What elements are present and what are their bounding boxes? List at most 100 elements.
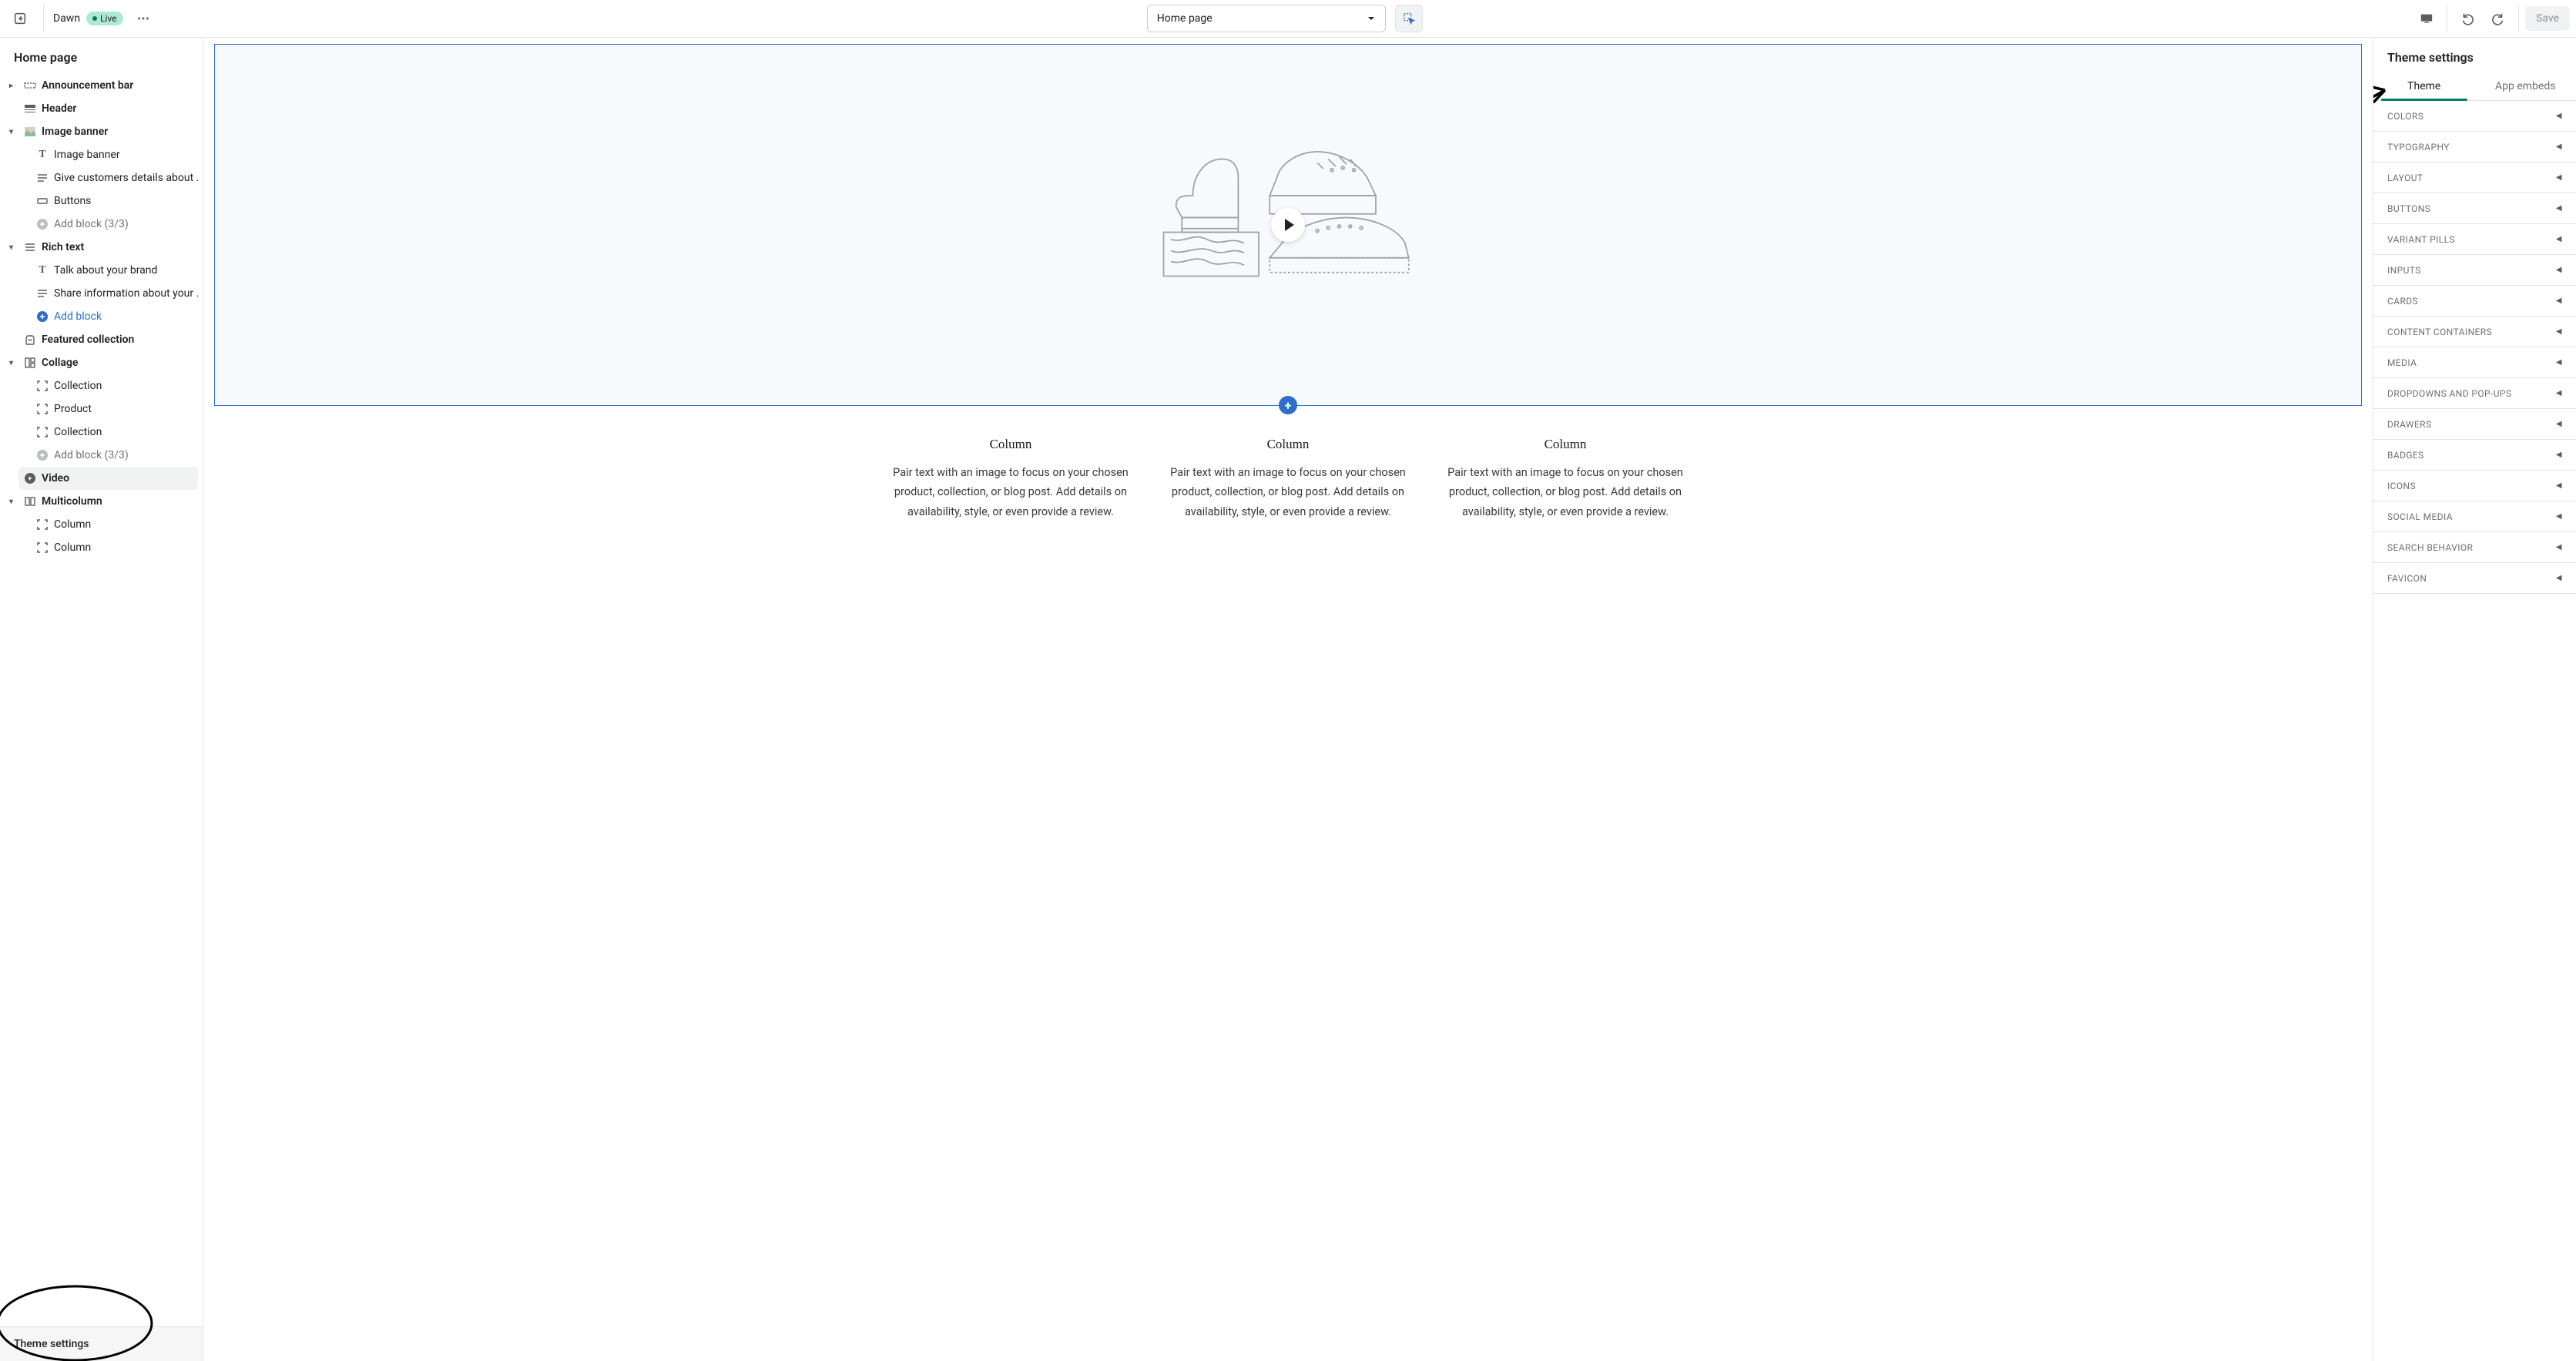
label: DROPDOWNS AND POP-UPS (2387, 388, 2511, 399)
chevron-left-icon: ◀ (2556, 112, 2562, 120)
chevron-left-icon: ◀ (2556, 266, 2562, 274)
setting-search-behavior[interactable]: SEARCH BEHAVIOR◀ (2373, 532, 2576, 563)
frame-icon (35, 425, 49, 439)
label: Talk about your brand (54, 264, 157, 277)
section-video[interactable]: Video (18, 467, 198, 490)
chevron-left-icon: ◀ (2556, 358, 2562, 367)
tab-app-embeds[interactable]: App embeds (2475, 72, 2576, 100)
block-collection-2[interactable]: Collection (31, 421, 198, 444)
block-column-1[interactable]: Column (31, 513, 198, 536)
more-button[interactable] (129, 5, 157, 32)
setting-colors[interactable]: COLORS ◀ (2373, 101, 2576, 132)
paragraph-icon (35, 287, 49, 300)
right-panel-tabs: Theme App embeds (2373, 72, 2576, 101)
label: Header (42, 102, 76, 115)
block-talk-about[interactable]: T Talk about your brand (31, 259, 198, 282)
theme-settings-footer[interactable]: Theme settings (0, 1327, 203, 1361)
chevron-left-icon: ◀ (2556, 142, 2562, 151)
setting-favicon[interactable]: FAVICON◀ (2373, 563, 2576, 594)
chevron-left-icon: ◀ (2556, 512, 2562, 521)
label: BUTTONS (2387, 203, 2430, 214)
add-block-link[interactable]: Add block (31, 305, 198, 328)
block-give-customers[interactable]: Give customers details about ... (31, 166, 198, 189)
label: Buttons (54, 195, 91, 207)
frame-icon (35, 379, 49, 393)
right-panel-title: Theme settings (2373, 38, 2576, 72)
block-share-info[interactable]: Share information about your ... (31, 282, 198, 305)
block-image-banner[interactable]: T Image banner (31, 143, 198, 166)
text-icon: T (35, 148, 49, 162)
block-buttons[interactable]: Buttons (31, 189, 198, 213)
chevron-left-icon: ◀ (2556, 389, 2562, 397)
chevron-left-icon: ◀ (2556, 235, 2562, 243)
block-column-2[interactable]: Column (31, 536, 198, 559)
video-section-preview[interactable]: + (214, 44, 2362, 406)
label: Product (54, 403, 92, 415)
redo-button[interactable] (2484, 5, 2512, 32)
divider (2518, 5, 2519, 32)
label: Column (54, 518, 91, 531)
section-multicolumn[interactable]: ▾ Multicolumn (5, 490, 198, 513)
inspector-button[interactable] (1395, 5, 1423, 32)
section-rich-text[interactable]: ▾ Rich text (5, 236, 198, 259)
setting-variant-pills[interactable]: VARIANT PILLS◀ (2373, 224, 2576, 255)
setting-drawers[interactable]: DRAWERS◀ (2373, 409, 2576, 440)
theme-name: Dawn (53, 12, 80, 25)
setting-layout[interactable]: LAYOUT◀ (2373, 163, 2576, 193)
divider (43, 5, 44, 32)
setting-social-media[interactable]: SOCIAL MEDIA◀ (2373, 501, 2576, 532)
right-panel: Theme settings Theme App embeds COLORS◀ … (2373, 38, 2576, 1361)
save-button[interactable]: Save (2525, 6, 2570, 31)
column-heading: Column (1165, 437, 1411, 452)
setting-cards[interactable]: CARDS◀ (2373, 286, 2576, 317)
announcement-icon (23, 79, 37, 92)
chevron-left-icon: ◀ (2556, 173, 2562, 182)
tab-theme[interactable]: Theme (2373, 72, 2475, 100)
setting-media[interactable]: MEDIA ◀ (2373, 347, 2576, 378)
frame-icon (35, 541, 49, 555)
left-panel-footer: Theme settings (0, 1326, 203, 1361)
column-preview-1: Column Pair text with an image to focus … (887, 437, 1134, 521)
add-section-button[interactable]: + (1279, 396, 1297, 414)
collage-icon (23, 356, 37, 370)
setting-content-containers[interactable]: CONTENT CONTAINERS◀ (2373, 317, 2576, 347)
desktop-view-button[interactable] (2413, 5, 2440, 32)
section-announcement-bar[interactable]: ▸ Announcement bar (5, 74, 198, 97)
paragraph-icon (35, 171, 49, 185)
column-body: Pair text with an image to focus on your… (1442, 463, 1689, 521)
label: DRAWERS (2387, 419, 2431, 430)
chevron-left-icon: ◀ (2556, 327, 2562, 336)
section-collage[interactable]: ▾ Collage (5, 351, 198, 374)
column-preview-2: Column Pair text with an image to focus … (1165, 437, 1411, 521)
label: TYPOGRAPHY (2387, 142, 2450, 153)
column-heading: Column (1442, 437, 1689, 452)
page-selector[interactable]: Home page (1147, 5, 1386, 32)
chevron-left-icon: ◀ (2556, 297, 2562, 305)
label: Add block (3/3) (54, 449, 129, 461)
section-header[interactable]: Header (18, 97, 198, 120)
undo-button[interactable] (2454, 5, 2481, 32)
section-featured-collection[interactable]: Featured collection (18, 328, 198, 351)
block-collection-1[interactable]: Collection (31, 374, 198, 397)
label: COLORS (2387, 111, 2423, 122)
play-button[interactable] (1271, 208, 1305, 242)
label: MEDIA (2387, 357, 2417, 368)
setting-buttons[interactable]: BUTTONS◀ (2373, 193, 2576, 224)
label: Rich text (42, 241, 84, 253)
live-label: Live (100, 13, 116, 24)
section-image-banner[interactable]: ▾ Image banner (5, 120, 198, 143)
left-panel-title: Home page (0, 38, 203, 74)
section-tree: ▸ Announcement bar Header ▾ Image banner… (0, 74, 203, 1326)
label: Multicolumn (42, 495, 102, 508)
setting-inputs[interactable]: INPUTS◀ (2373, 255, 2576, 286)
image-banner-icon (23, 125, 37, 139)
live-badge: Live (86, 12, 122, 25)
exit-button[interactable] (6, 5, 34, 32)
block-product[interactable]: Product (31, 397, 198, 421)
setting-icons[interactable]: ICONS◀ (2373, 471, 2576, 501)
label: Give customers details about ... (54, 172, 198, 184)
setting-badges[interactable]: BADGES◀ (2373, 440, 2576, 471)
inspector-icon (1402, 12, 1416, 25)
setting-dropdowns[interactable]: DROPDOWNS AND POP-UPS ◀ (2373, 378, 2576, 409)
setting-typography[interactable]: TYPOGRAPHY ◀ (2373, 132, 2576, 163)
